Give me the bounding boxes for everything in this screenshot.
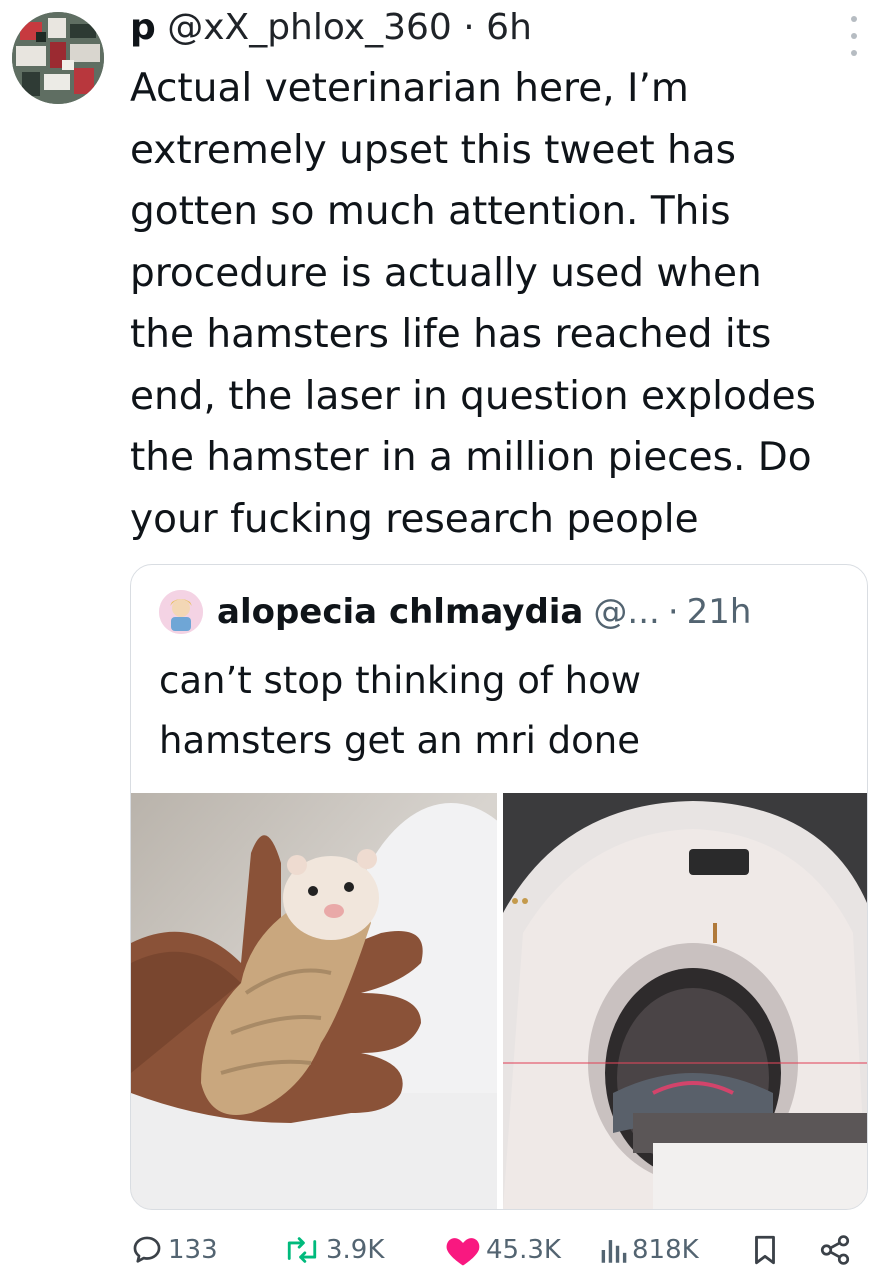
separator-dot: ·	[667, 592, 679, 632]
quoted-tweet-text: can’t stop thinking of how hamsters get …	[159, 651, 641, 771]
share-button[interactable]	[818, 1226, 852, 1274]
quoted-text-line: can’t stop thinking of how	[159, 659, 642, 702]
quoted-timestamp[interactable]: 21h	[687, 587, 752, 637]
retweet-count: 3.9K	[326, 1235, 385, 1265]
tweet-text-line: the hamster in a million pieces. Do	[130, 435, 812, 480]
tweet-timestamp[interactable]: 6h	[486, 7, 532, 48]
views-button[interactable]: 818K	[598, 1226, 699, 1274]
mri-machine-photo[interactable]	[503, 793, 867, 1209]
like-count: 45.3K	[486, 1235, 561, 1265]
reply-count: 133	[168, 1235, 218, 1265]
author-avatar[interactable]	[12, 12, 104, 104]
hamster-in-hand-photo[interactable]	[131, 793, 497, 1209]
tweet-header: p @xX_phlox_360 · 6h	[130, 4, 532, 52]
quoted-tweet[interactable]: alopecia chlmaydia @... · 21h can’t stop…	[130, 564, 868, 1210]
retweet-button[interactable]: 3.9K	[282, 1226, 384, 1274]
separator-dot: ·	[463, 7, 475, 48]
tweet-text-line: procedure is actually used when	[130, 250, 762, 296]
quoted-author-handle[interactable]: @...	[593, 587, 659, 637]
tweet-text-line: your fucking research people	[130, 496, 699, 542]
tweet-text-line: the hamsters life has reached its	[130, 312, 772, 357]
views-icon	[601, 1240, 627, 1263]
tweet-text-line: gotten so much attention. This	[130, 189, 731, 234]
quoted-tweet-header: alopecia chlmaydia @... · 21h	[159, 587, 751, 637]
reply-button[interactable]: 133	[130, 1226, 218, 1274]
reply-icon	[133, 1236, 161, 1263]
tweet-actions: 133 3.9K 45.3K 818K	[130, 1226, 870, 1274]
heart-icon	[446, 1238, 480, 1266]
like-button[interactable]: 45.3K	[444, 1226, 561, 1274]
quoted-author-name[interactable]: alopecia chlmaydia	[217, 587, 583, 637]
tweet-text-line: Actual veterinarian here, I’m	[130, 66, 689, 111]
author-handle[interactable]: @xX_phlox_360	[167, 7, 452, 48]
bookmark-icon	[755, 1235, 775, 1265]
bookmark-button[interactable]	[750, 1226, 780, 1274]
share-icon	[820, 1235, 850, 1265]
retweet-icon	[287, 1237, 317, 1263]
quoted-text-line: hamsters get an mri done	[159, 719, 640, 762]
more-icon[interactable]	[848, 16, 860, 56]
views-count: 818K	[632, 1235, 699, 1265]
quoted-author-avatar[interactable]	[159, 590, 203, 634]
author-name[interactable]: p	[130, 7, 156, 48]
tweet-text: Actual veterinarian here, I’m extremely …	[130, 58, 870, 550]
tweet-text-line: end, the laser in question explodes	[130, 373, 816, 419]
tweet-text-line: extremely upset this tweet has	[130, 127, 736, 173]
